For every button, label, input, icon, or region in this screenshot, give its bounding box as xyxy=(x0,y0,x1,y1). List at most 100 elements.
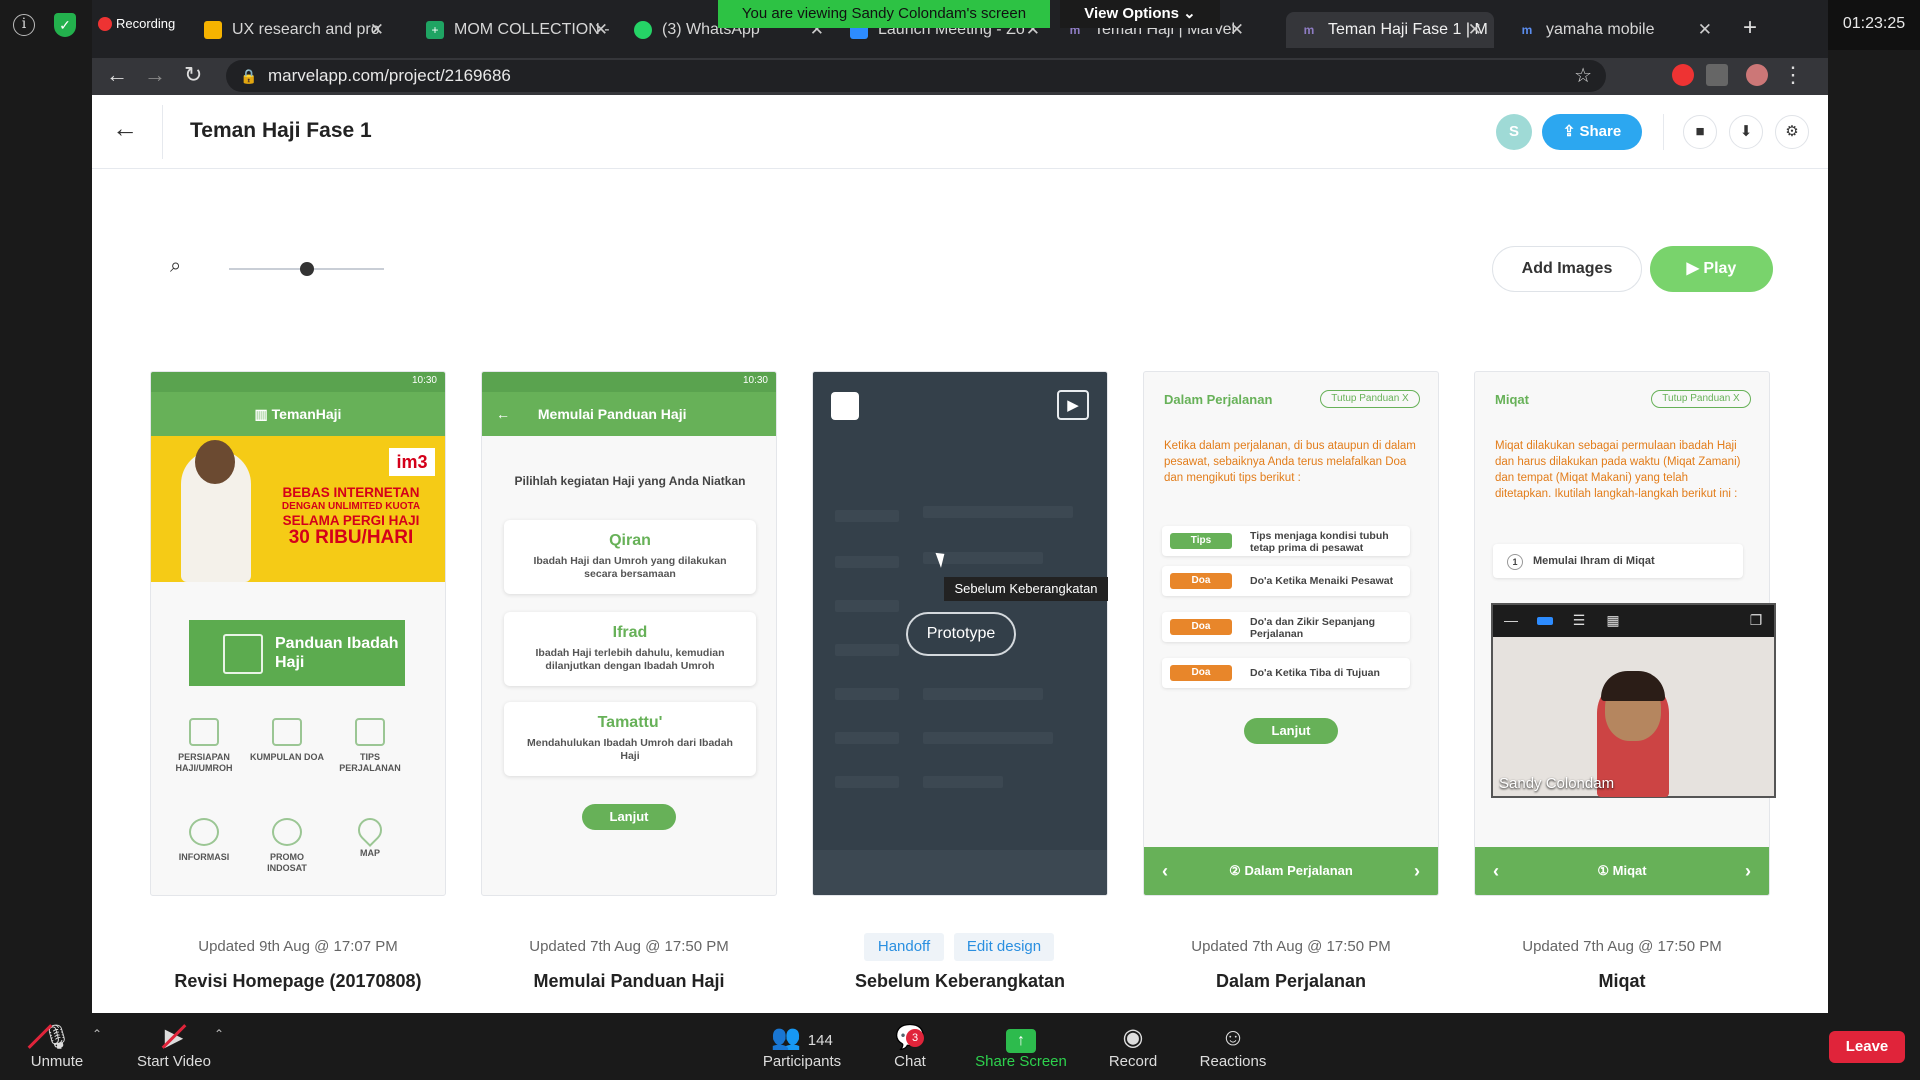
play-button[interactable]: ▶ Play xyxy=(1650,246,1773,292)
menu-item[interactable]: PERSIAPAN HAJI/UMROH xyxy=(167,718,241,774)
encryption-shield-icon[interactable]: ✓ xyxy=(54,13,76,37)
video-thumbnail-window[interactable]: — ☰ ▦ ❐ Sandy Colondam xyxy=(1491,603,1776,798)
close-guide-chip[interactable]: Tutup Panduan X xyxy=(1651,390,1751,408)
browser-tab-active[interactable]: m Teman Haji Fase 1 | M ✕ xyxy=(1286,12,1494,48)
reactions-button[interactable]: ☺ Reactions xyxy=(1196,1023,1270,1070)
menu-item[interactable]: KUMPULAN DOA xyxy=(250,718,324,763)
new-tab-icon[interactable]: + xyxy=(1743,14,1757,42)
minimize-icon[interactable]: — xyxy=(1503,613,1519,627)
promo-line: DENGAN UNLIMITED KUOTA xyxy=(281,501,421,512)
share-screen-button[interactable]: ↑ Share Screen xyxy=(970,1023,1072,1070)
zoom-search-icon[interactable]: ⌕ xyxy=(170,255,181,278)
profile-avatar[interactable] xyxy=(1746,64,1768,86)
strip-view-icon[interactable]: ☰ xyxy=(1571,613,1587,627)
option-card[interactable]: Ifrad Ibadah Haji terlebih dahulu, kemud… xyxy=(504,612,756,686)
bookmark-star-icon[interactable]: ☆ xyxy=(1574,60,1592,92)
zoom-slider-handle[interactable] xyxy=(300,262,314,276)
grid-view-icon[interactable]: ▦ xyxy=(1605,613,1621,627)
browser-tab[interactable]: UX research and pro ✕ xyxy=(190,12,396,48)
tag-badge: Doa xyxy=(1170,665,1232,681)
record-video-icon[interactable]: ■ xyxy=(1683,115,1717,149)
chevron-up-icon[interactable]: ⌃ xyxy=(214,1027,224,1041)
close-tab-icon[interactable]: ✕ xyxy=(594,20,608,40)
promo-line: SELAMA PERGI HAJI xyxy=(282,513,420,528)
play-screen-icon[interactable]: ▶ xyxy=(1057,390,1089,420)
view-options-button[interactable]: View Options ⌄ xyxy=(1060,0,1220,28)
screen-name[interactable]: Dalam Perjalanan xyxy=(1143,971,1439,992)
address-bar[interactable]: 🔒 marvelapp.com/project/2169686 ☆ xyxy=(226,60,1606,92)
extension-icon[interactable] xyxy=(1672,64,1694,86)
close-tab-icon[interactable]: ✕ xyxy=(1468,20,1482,40)
tag-badge: Doa xyxy=(1170,619,1232,635)
ghost-row xyxy=(835,732,899,744)
screen-card-sebelum-hover[interactable]: ▶ Prototype xyxy=(812,371,1108,896)
menu-item[interactable]: MAP xyxy=(333,813,407,859)
edit-design-chip[interactable]: Edit design xyxy=(954,933,1054,961)
prototype-button[interactable]: Prototype xyxy=(906,612,1016,656)
project-title: Teman Haji Fase 1 xyxy=(190,119,372,142)
screen-name[interactable]: Memulai Panduan Haji xyxy=(481,971,777,992)
list-item[interactable]: Doa Do'a dan Zikir Sepanjang Perjalanan xyxy=(1162,612,1410,642)
close-guide-chip[interactable]: Tutup Panduan X xyxy=(1320,390,1420,408)
chrome-menu-icon[interactable]: ⋮ xyxy=(1782,62,1804,88)
download-icon[interactable]: ⬇ xyxy=(1729,115,1763,149)
screen-name[interactable]: Sebelum Keberangkatan xyxy=(812,971,1108,992)
option-card[interactable]: Qiran Ibadah Haji dan Umroh yang dilakuk… xyxy=(504,520,756,594)
share-screen-label: Share Screen xyxy=(975,1053,1067,1070)
back-arrow-icon[interactable]: ← xyxy=(112,113,138,144)
close-tab-icon[interactable]: ✕ xyxy=(370,20,384,40)
start-video-button[interactable]: ▶ Start Video xyxy=(128,1023,220,1070)
speaker-view-icon[interactable] xyxy=(1537,617,1553,625)
tag-badge: Tips xyxy=(1170,533,1232,549)
browser-tab[interactable]: m yamaha mobile ✕ xyxy=(1504,12,1724,48)
settings-gear-icon[interactable]: ⚙ xyxy=(1775,115,1809,149)
record-button[interactable]: ◉ Record xyxy=(1100,1023,1166,1070)
select-checkbox[interactable] xyxy=(831,392,859,420)
next-button[interactable]: Lanjut xyxy=(582,804,676,830)
screen-name[interactable]: Miqat xyxy=(1474,971,1770,992)
back-arrow-icon[interactable]: ← xyxy=(106,62,128,88)
chat-button[interactable]: 💬 3 Chat xyxy=(880,1023,940,1070)
chevron-up-icon[interactable]: ⌃ xyxy=(92,1027,102,1041)
add-images-button[interactable]: Add Images xyxy=(1492,246,1642,292)
exit-minimize-icon[interactable]: ❐ xyxy=(1748,613,1764,627)
participants-button[interactable]: 👥 144 Participants xyxy=(756,1023,848,1070)
menu-item[interactable]: PROMO INDOSAT xyxy=(250,818,324,874)
close-tab-icon[interactable]: ✕ xyxy=(1698,20,1712,40)
list-item[interactable]: 1 Memulai Ihram di Miqat xyxy=(1493,544,1743,578)
reload-icon[interactable]: ↻ xyxy=(184,62,202,88)
screen-name[interactable]: Revisi Homepage (20170808) xyxy=(150,971,446,992)
screen-card-memulai[interactable]: 10:30 ← Memulai Panduan Haji Pilihlah ke… xyxy=(481,371,777,896)
list-item[interactable]: Doa Do'a Ketika Menaiki Pesawat xyxy=(1162,566,1410,596)
menu-item[interactable]: TIPS PERJALANAN xyxy=(333,718,407,774)
chat-badge: 3 xyxy=(906,1029,924,1047)
extension-icon[interactable] xyxy=(1706,64,1728,86)
next-button[interactable]: Lanjut xyxy=(1244,718,1338,744)
info-icon xyxy=(272,818,302,846)
share-button[interactable]: ⇪ Share xyxy=(1542,114,1642,150)
back-arrow-icon[interactable]: ← xyxy=(496,406,510,422)
participant-name: Sandy Colondam xyxy=(1499,775,1615,792)
menu-item[interactable]: INFORMASI xyxy=(167,818,241,863)
unmute-button[interactable]: 🎙 Unmute xyxy=(24,1023,90,1070)
screen-card-dalam-perjalanan[interactable]: Dalam Perjalanan Tutup Panduan X Ketika … xyxy=(1143,371,1439,896)
handoff-chip[interactable]: Handoff xyxy=(864,933,944,961)
list-item[interactable]: Tips Tips menjaga kondisi tubuh tetap pr… xyxy=(1162,526,1410,556)
meeting-info-icon[interactable]: i xyxy=(13,14,35,36)
leave-button[interactable]: Leave xyxy=(1829,1031,1905,1063)
chevron-left-icon[interactable]: ‹ xyxy=(1162,847,1168,895)
list-item[interactable]: Doa Do'a Ketika Tiba di Tujuan xyxy=(1162,658,1410,688)
guide-button[interactable]: Panduan Ibadah Haji xyxy=(189,620,405,686)
chevron-left-icon[interactable]: ‹ xyxy=(1493,847,1499,895)
forward-arrow-icon[interactable]: → xyxy=(144,62,166,88)
record-dot-icon xyxy=(98,16,112,31)
collaborator-avatar[interactable]: S xyxy=(1496,114,1532,150)
screen-card-homepage[interactable]: 10:30 ▥ TemanHaji im3 BEBAS INTERNETAN D… xyxy=(150,371,446,896)
close-tab-icon[interactable]: ✕ xyxy=(1230,20,1244,40)
chevron-right-icon[interactable]: › xyxy=(1414,847,1420,895)
option-card[interactable]: Tamattu' Mendahulukan Ibadah Umroh dari … xyxy=(504,702,756,776)
chevron-right-icon[interactable]: › xyxy=(1745,847,1751,895)
intro-paragraph: Miqat dilakukan sebagai permulaan ibadah… xyxy=(1495,440,1741,500)
ghost-row xyxy=(923,776,1003,788)
browser-tab[interactable]: + MOM COLLECTION - ✕ xyxy=(412,12,620,48)
